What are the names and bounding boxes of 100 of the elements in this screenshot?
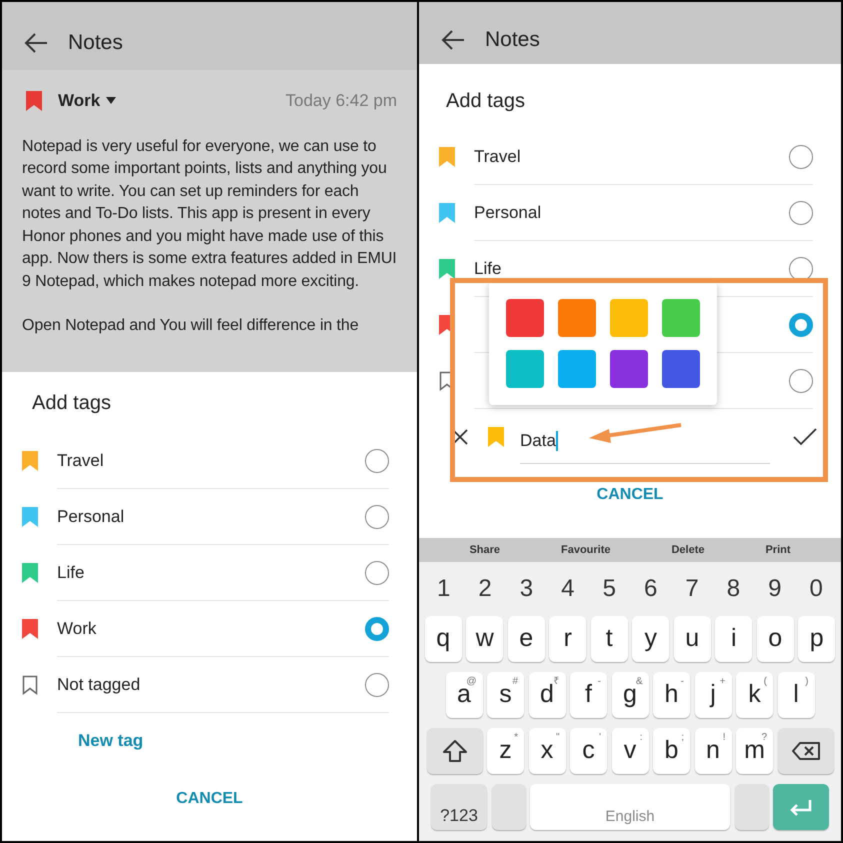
bookmark-icon <box>26 90 42 111</box>
tag-label[interactable]: Travel <box>57 448 104 474</box>
backspace-icon <box>790 741 820 761</box>
toolbar-action[interactable]: Print <box>765 542 791 558</box>
number-key[interactable]: 9 <box>756 571 794 607</box>
key-hint: ' <box>599 731 601 745</box>
radio-button[interactable] <box>365 504 389 528</box>
keyboard-key[interactable]: e <box>508 616 545 662</box>
key-hint: ) <box>805 675 808 689</box>
keyboard-key[interactable]: f - <box>570 672 607 718</box>
color-swatch[interactable] <box>506 299 544 337</box>
toolbar-action[interactable]: Delete <box>671 542 704 558</box>
keyboard-key[interactable]: p <box>798 616 836 662</box>
back-arrow-icon[interactable] <box>24 32 48 54</box>
color-swatch[interactable] <box>558 299 596 337</box>
keyboard-key[interactable]: m? <box>736 728 773 774</box>
note-paragraph: Open Notepad and You will feel difference in the <box>22 316 360 336</box>
app-title: Notes <box>68 30 123 56</box>
keyboard-key[interactable]: s# <box>487 672 524 718</box>
color-swatch[interactable] <box>558 350 596 388</box>
radio-button[interactable] <box>365 560 389 584</box>
keyboard-key[interactable]: a@ <box>446 672 482 718</box>
number-key[interactable]: 1 <box>425 571 462 607</box>
tag-label[interactable]: Personal <box>474 200 542 226</box>
key-hint: # <box>512 675 518 689</box>
check-icon[interactable] <box>793 428 817 446</box>
radio-button[interactable] <box>365 448 389 472</box>
caret-icon <box>106 97 116 104</box>
keyboard-key[interactable]: u <box>674 616 711 662</box>
key-hint: " <box>556 731 560 745</box>
key-hint: ? <box>761 731 767 744</box>
keyboard-key[interactable]: z* <box>487 728 524 774</box>
color-swatch[interactable] <box>662 299 700 337</box>
number-key[interactable]: 2 <box>466 571 504 607</box>
shift-icon <box>442 739 468 763</box>
radio-button[interactable] <box>789 256 813 280</box>
color-swatch[interactable] <box>610 299 648 337</box>
keyboard-key[interactable]: o <box>756 616 794 662</box>
sheet-title: Add tags <box>445 89 526 114</box>
tag-label[interactable]: Not tagged <box>57 672 140 698</box>
key-hint: - <box>680 675 684 689</box>
keyboard-key[interactable]: c ' <box>570 728 607 774</box>
close-icon[interactable] <box>452 429 468 445</box>
keyboard-key[interactable]: i <box>715 616 752 662</box>
number-key[interactable]: 0 <box>798 571 835 607</box>
key-hint: : <box>640 731 642 745</box>
number-key[interactable]: 5 <box>590 571 628 607</box>
radio-button[interactable] <box>789 200 813 224</box>
keyboard-key[interactable]: d₹ <box>528 672 566 718</box>
backspace-key[interactable] <box>778 728 834 774</box>
toolbar-action[interactable]: Favourite <box>561 542 611 558</box>
symbols-key[interactable]: ?123 <box>431 784 487 830</box>
shift-key[interactable] <box>426 728 482 774</box>
radio-button[interactable] <box>789 312 813 336</box>
keyboard-key[interactable]: x" <box>528 728 566 774</box>
keyboard-key[interactable]: j+ <box>694 672 732 718</box>
tag-label[interactable]: Life <box>57 560 84 586</box>
keyboard-key[interactable]: t <box>590 616 628 662</box>
keyboard-key[interactable]: g& <box>612 672 648 718</box>
space-key[interactable]: English <box>530 784 730 830</box>
tag-label[interactable]: Travel <box>474 144 521 170</box>
keyboard-key[interactable]: q <box>424 616 462 662</box>
radio-button[interactable] <box>789 144 813 168</box>
back-arrow-icon[interactable] <box>441 29 465 51</box>
radio-button[interactable] <box>789 368 813 392</box>
number-key[interactable]: 4 <box>549 571 586 607</box>
keyboard-key[interactable]: r <box>549 616 586 662</box>
keyboard-key[interactable]: n! <box>694 728 732 774</box>
cancel-button[interactable]: CANCEL <box>164 783 255 815</box>
tag-dropdown[interactable]: Work <box>58 88 116 114</box>
keyboard-key[interactable]: w <box>466 616 504 662</box>
number-key[interactable]: 6 <box>632 571 670 607</box>
tag-label[interactable]: Work <box>57 616 96 642</box>
cancel-button[interactable]: CANCEL <box>584 479 676 511</box>
keyboard-key[interactable]: l ) <box>778 672 814 718</box>
key-hint: @ <box>466 675 476 688</box>
enter-key[interactable] <box>773 784 829 830</box>
note-paragraph: Notepad is very useful for everyone, we can use to record some important points, lists and anything you want to write. You can set up reminders for each notes and To-Do lists. This app is present in every Honor phones and you might have made use of this app. Now thers is some extra features added in EMUI 9 Notepad, which makes notepad more exciting. <box>22 136 397 292</box>
tag-label[interactable]: Personal <box>57 504 124 530</box>
note-time: Today 6:42 pm <box>285 90 397 112</box>
toolbar-action[interactable]: Share <box>469 542 500 558</box>
radio-button[interactable] <box>365 672 389 696</box>
radio-button[interactable] <box>365 616 389 640</box>
keyboard-key[interactable]: k( <box>736 672 773 718</box>
number-key[interactable]: 8 <box>714 571 752 607</box>
color-swatch[interactable] <box>662 350 700 388</box>
key-hint: + <box>720 675 726 689</box>
color-swatch[interactable] <box>506 350 544 388</box>
keyboard-key[interactable]: b; <box>653 728 690 774</box>
key-hint: & <box>636 675 642 689</box>
keyboard-key[interactable]: v: <box>612 728 648 774</box>
tag-label[interactable]: Life <box>474 256 502 282</box>
color-swatch[interactable] <box>610 350 648 388</box>
number-key[interactable]: 3 <box>508 571 545 607</box>
keyboard-key[interactable]: h- <box>653 672 690 718</box>
key-hint: - <box>598 675 601 689</box>
sheet-title: Add tags <box>31 391 112 416</box>
keyboard-key[interactable]: y <box>632 616 670 662</box>
number-key[interactable]: 7 <box>674 571 711 607</box>
new-tag-link[interactable]: New tag <box>78 728 144 754</box>
